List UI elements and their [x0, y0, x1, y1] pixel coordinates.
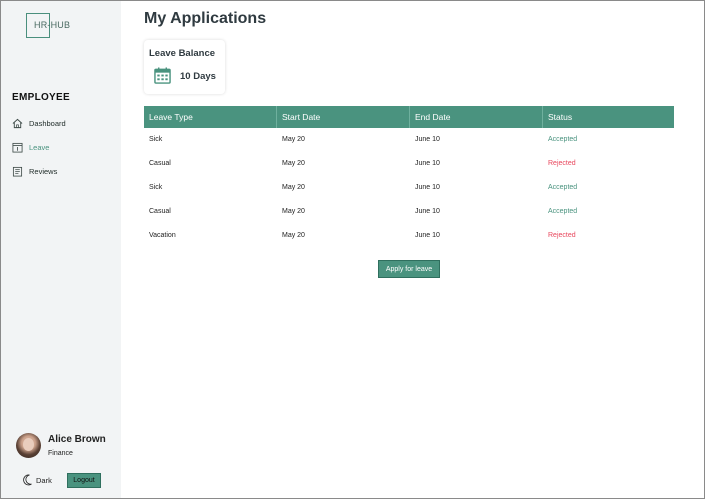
cell-leave-type: Casual: [149, 160, 171, 167]
column-header-start-date[interactable]: Start Date: [277, 106, 410, 128]
cell-end-date: June 10: [415, 136, 440, 143]
page-title: My Applications: [144, 10, 267, 27]
sidebar-section-title: EMPLOYEE: [12, 92, 70, 103]
calendar-icon: [154, 67, 171, 84]
sidebar-item-label: Dashboard: [29, 118, 66, 128]
logout-button[interactable]: Logout: [67, 473, 101, 488]
clipboard-icon: [12, 166, 23, 176]
cell-status: Accepted: [548, 208, 578, 215]
column-header-leave-type[interactable]: Leave Type: [144, 106, 277, 128]
cell-status: Rejected: [548, 160, 576, 167]
sidebar-item-dashboard[interactable]: Dashboard: [12, 116, 66, 130]
table-row[interactable]: Sick May 20 June 10 Accepted: [144, 176, 674, 200]
moon-icon: [23, 474, 32, 486]
table-header: Leave Type Start Date End Date Status: [144, 106, 674, 128]
logo-text: HR-HUB: [34, 20, 71, 30]
table-row[interactable]: Casual May 20 June 10 Rejected: [144, 152, 674, 176]
profile-name: Alice Brown: [48, 434, 106, 445]
apply-for-leave-button[interactable]: Apply for leave: [378, 260, 440, 278]
cell-start-date: May 20: [282, 232, 305, 239]
cell-end-date: June 10: [415, 184, 440, 191]
column-header-status[interactable]: Status: [543, 106, 674, 128]
cell-leave-type: Vacation: [149, 232, 176, 239]
cell-end-date: June 10: [415, 160, 440, 167]
sidebar: HR-HUB EMPLOYEE Dashboard Leave Reviews: [1, 1, 121, 498]
leave-balance-title: Leave Balance: [149, 48, 216, 59]
cell-status: Rejected: [548, 232, 576, 239]
column-header-end-date[interactable]: End Date: [410, 106, 543, 128]
cell-leave-type: Sick: [149, 184, 163, 191]
avatar: [16, 433, 41, 458]
cell-status: Accepted: [548, 184, 578, 191]
cell-leave-type: Sick: [149, 136, 163, 143]
sidebar-item-reviews[interactable]: Reviews: [12, 164, 57, 178]
cell-start-date: May 20: [282, 136, 305, 143]
cell-leave-type: Casual: [149, 208, 171, 215]
table-row[interactable]: Sick May 20 June 10 Accepted: [144, 128, 674, 152]
theme-label: Dark: [36, 475, 52, 485]
leave-balance-value: 10 Days: [180, 71, 216, 82]
calendar-icon: [12, 142, 23, 152]
sidebar-item-label: Leave: [29, 142, 50, 152]
home-icon: [12, 118, 23, 128]
cell-status: Accepted: [548, 136, 578, 143]
dark-mode-toggle[interactable]: Dark: [23, 474, 52, 486]
cell-start-date: May 20: [282, 208, 305, 215]
cell-start-date: May 20: [282, 184, 305, 191]
cell-end-date: June 10: [415, 208, 440, 215]
sidebar-item-label: Reviews: [29, 166, 58, 176]
table-row[interactable]: Vacation May 20 June 10 Rejected: [144, 224, 674, 248]
sidebar-item-leave[interactable]: Leave: [12, 140, 49, 154]
cell-start-date: May 20: [282, 160, 305, 167]
leave-balance-card: Leave Balance 10 Days: [144, 40, 225, 94]
applications-table: Leave Type Start Date End Date Status Si…: [144, 106, 674, 248]
profile-department: Finance: [48, 450, 73, 457]
cell-end-date: June 10: [415, 232, 440, 239]
table-row[interactable]: Casual May 20 June 10 Accepted: [144, 200, 674, 224]
avatar-face: [23, 438, 34, 451]
